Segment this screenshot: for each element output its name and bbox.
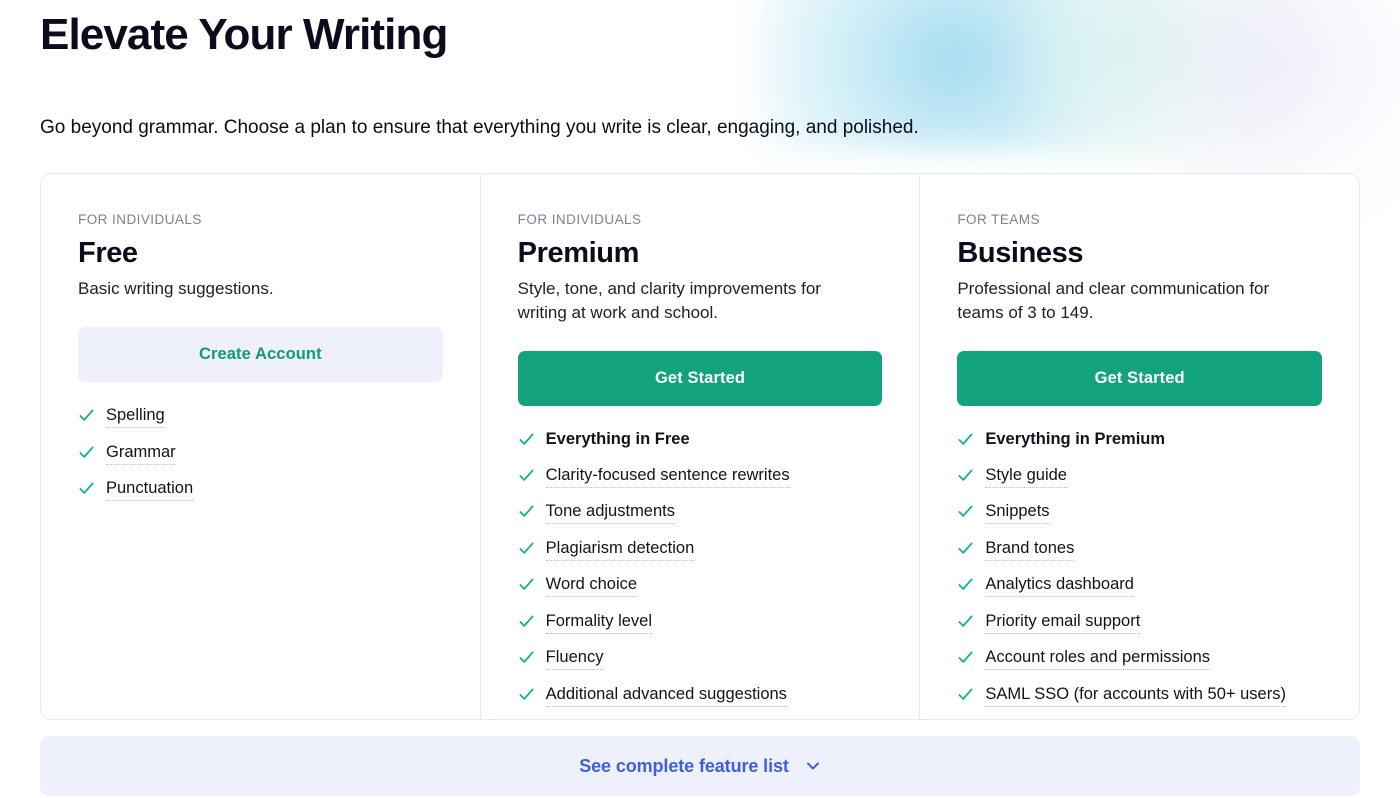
check-icon: [518, 683, 546, 703]
feature-list-item[interactable]: Fluency: [518, 646, 883, 670]
feature-list-item[interactable]: Formality level: [518, 610, 883, 634]
feature-list-item[interactable]: Punctuation: [78, 477, 443, 501]
feature-label: Brand tones: [985, 537, 1075, 561]
feature-label: Account roles and permissions: [985, 646, 1211, 670]
plan-audience-label: FOR INDIVIDUALS: [78, 212, 202, 227]
feature-label: Additional advanced suggestions: [545, 683, 787, 707]
see-complete-feature-list-label: See complete feature list: [579, 755, 789, 776]
feature-label: Clarity-focused sentence rewrites: [545, 464, 790, 488]
plan-card: FOR INDIVIDUALS Free Basic writing suggest…: [41, 174, 480, 719]
feature-list-item[interactable]: Analytics dashboard: [957, 573, 1322, 597]
page-subtitle: Go beyond grammar. Choose a plan to ensu…: [40, 117, 919, 138]
feature-label: Tone adjustments: [545, 500, 675, 524]
feature-list-item[interactable]: Account roles and permissions: [957, 646, 1322, 670]
plan-audience-label: FOR INDIVIDUALS: [517, 212, 642, 227]
plan-name: Premium: [517, 237, 640, 269]
see-complete-feature-list-button[interactable]: See complete feature list: [40, 736, 1360, 796]
check-icon: [957, 428, 985, 448]
feature-list: Everything in Premium Style guide Snippets…: [957, 428, 1322, 707]
check-icon: [957, 683, 985, 703]
plan-name: Free: [78, 237, 138, 269]
feature-list-item[interactable]: Priority email support: [957, 610, 1322, 634]
pricing-page: Elevate Your Writing Go beyond grammar. …: [0, 0, 1400, 796]
plan-name: Business: [957, 237, 1084, 269]
check-icon: [518, 610, 546, 630]
feature-list: Spelling Grammar Punctuation: [78, 404, 443, 501]
feature-list-item[interactable]: Clarity-focused sentence rewrites: [518, 464, 883, 488]
plan-audience-label: FOR TEAMS: [957, 212, 1040, 227]
check-icon: [518, 500, 546, 520]
feature-label: Formality level: [545, 610, 653, 634]
feature-list-item[interactable]: Word choice: [518, 573, 883, 597]
feature-label: Grammar: [106, 441, 176, 465]
plan-card: FOR INDIVIDUALS Premium Style, tone, and c…: [479, 174, 920, 719]
feature-label: SAML SSO (for accounts with 50+ users): [985, 683, 1286, 707]
check-icon: [518, 537, 546, 557]
check-icon: [518, 428, 546, 448]
feature-list-item: Everything in Free: [518, 428, 883, 451]
feature-label: Everything in Free: [545, 430, 690, 448]
plan-cta-button[interactable]: Get Started: [957, 351, 1323, 406]
check-icon: [957, 464, 985, 484]
feature-label: Fluency: [545, 646, 604, 670]
feature-label: Everything in Premium: [985, 430, 1166, 448]
plan-cta-button[interactable]: Create Account: [78, 327, 443, 382]
page-title: Elevate Your Writing: [40, 10, 448, 59]
feature-label: Plagiarism detection: [545, 537, 695, 561]
feature-label: Style guide: [985, 464, 1067, 488]
plan-description: Professional and clear communication for…: [957, 279, 1270, 322]
feature-list-item[interactable]: Tone adjustments: [518, 500, 883, 524]
feature-list-item[interactable]: Snippets: [957, 500, 1322, 524]
check-icon: [78, 477, 106, 497]
feature-label: Analytics dashboard: [985, 573, 1134, 597]
feature-list-item: Everything in Premium: [957, 428, 1322, 451]
check-icon: [957, 537, 985, 557]
check-icon: [518, 464, 546, 484]
feature-label: Punctuation: [106, 477, 194, 501]
chevron-down-icon: [789, 758, 821, 774]
plan-description: Basic writing suggestions.: [78, 279, 274, 298]
feature-list-item[interactable]: Additional advanced suggestions: [518, 683, 883, 707]
check-icon: [78, 404, 106, 424]
check-icon: [957, 646, 985, 666]
plan-card-group: FOR INDIVIDUALS Free Basic writing suggest…: [40, 173, 1360, 720]
feature-list-item[interactable]: Brand tones: [957, 537, 1322, 561]
feature-label: Spelling: [106, 404, 165, 428]
plan-description: Style, tone, and clarity improvements fo…: [517, 279, 821, 322]
feature-label: Word choice: [545, 573, 638, 597]
check-icon: [957, 573, 985, 593]
feature-list-item[interactable]: Spelling: [78, 404, 443, 428]
check-icon: [518, 646, 546, 666]
feature-list-item[interactable]: Grammar: [78, 441, 443, 465]
feature-list-item[interactable]: SAML SSO (for accounts with 50+ users): [957, 683, 1322, 707]
plan-card: FOR TEAMS Business Professional and clear …: [919, 174, 1359, 719]
check-icon: [957, 610, 985, 630]
check-icon: [518, 573, 546, 593]
plan-cta-button[interactable]: Get Started: [517, 351, 883, 406]
feature-list-item[interactable]: Style guide: [957, 464, 1322, 488]
check-icon: [78, 441, 106, 461]
check-icon: [957, 500, 985, 520]
feature-list-item[interactable]: Plagiarism detection: [518, 537, 883, 561]
feature-list: Everything in Free Clarity-focused senten…: [518, 428, 883, 707]
feature-label: Snippets: [985, 500, 1050, 524]
feature-label: Priority email support: [985, 610, 1141, 634]
